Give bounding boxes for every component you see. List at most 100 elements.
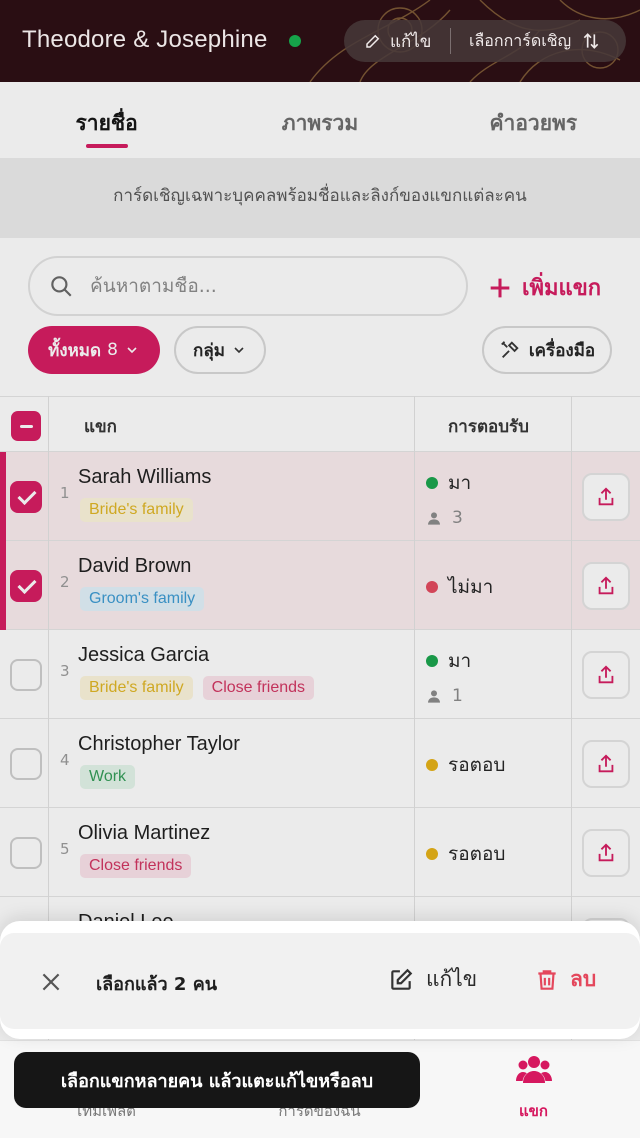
row-checkbox[interactable] bbox=[10, 481, 42, 513]
share-icon bbox=[598, 487, 614, 506]
search-input[interactable] bbox=[90, 275, 430, 297]
share-button[interactable] bbox=[582, 740, 630, 788]
event-title: Theodore & Josephine bbox=[22, 26, 268, 53]
rsvp-status-label: มา bbox=[448, 650, 472, 672]
share-icon bbox=[598, 576, 614, 595]
filter-all-chip[interactable]: ทั้งหมด 8 bbox=[28, 326, 160, 374]
share-button[interactable] bbox=[582, 651, 630, 699]
status-dot bbox=[426, 655, 438, 667]
edit-icon bbox=[391, 968, 413, 990]
guest-name: Sarah Williams bbox=[78, 466, 212, 488]
online-status-dot bbox=[289, 35, 301, 47]
select-card-label: เลือกการ์ดเชิญ bbox=[469, 30, 572, 50]
share-button[interactable] bbox=[582, 562, 630, 610]
table-row[interactable]: 2 David Brown Groom's family ไม่มา bbox=[0, 541, 640, 630]
tools-button[interactable]: เครื่องมือ bbox=[482, 326, 612, 374]
party-size: 3 bbox=[426, 508, 463, 528]
header-edit-button[interactable]: แก้ไข bbox=[344, 28, 450, 55]
table-row[interactable]: 4 Christopher Taylor Work รอตอบ bbox=[0, 719, 640, 808]
person-icon bbox=[428, 512, 440, 525]
tab-guest-list[interactable]: รายชื่อ bbox=[0, 82, 213, 158]
tab-bar: รายชื่อ ภาพรวม คำอวยพร bbox=[0, 82, 640, 158]
guest-tags: Work bbox=[80, 765, 136, 789]
search-icon bbox=[51, 276, 72, 297]
row-number: 2 bbox=[60, 573, 70, 591]
app-header: Theodore & Josephine แก้ไข เลือกการ์ดเชิ… bbox=[0, 0, 640, 82]
rsvp-status: รอตอบ bbox=[426, 750, 505, 780]
guest-name: Olivia Martinez bbox=[78, 822, 211, 844]
filter-group-label: กลุ่ม bbox=[193, 340, 225, 361]
rsvp-status-label: รอตอบ bbox=[448, 843, 506, 865]
row-checkbox[interactable] bbox=[10, 837, 42, 869]
share-button[interactable] bbox=[582, 473, 630, 521]
select-card-button[interactable]: เลือกการ์ดเชิญ bbox=[451, 29, 601, 54]
trash-icon bbox=[538, 969, 556, 990]
share-icon bbox=[598, 665, 614, 684]
guest-tags: Groom's family bbox=[80, 587, 205, 611]
tools-icon bbox=[500, 341, 519, 358]
person-icon bbox=[428, 690, 440, 703]
chevron-down-icon bbox=[234, 347, 244, 354]
status-dot bbox=[426, 477, 438, 489]
close-icon[interactable] bbox=[38, 969, 64, 995]
hint-toast: เลือกแขกหลายคน แล้วแตะแก้ไขหรือลบ bbox=[14, 1052, 420, 1108]
selection-action-bar: เลือกแล้ว 2 คน แก้ไข ลบ bbox=[0, 921, 640, 1039]
users-icon bbox=[515, 1056, 552, 1083]
chevron-down-icon bbox=[127, 347, 137, 354]
row-number: 3 bbox=[60, 662, 70, 680]
rsvp-status: มา bbox=[426, 468, 471, 498]
group-tag: Bride's family bbox=[80, 676, 193, 700]
guest-toolbar: เพิ่มแขก ทั้งหมด 8 กลุ่ม เครื่องมือ bbox=[0, 238, 640, 396]
bulk-edit-button[interactable]: แก้ไข bbox=[388, 963, 477, 996]
filter-all-label: ทั้งหมด bbox=[48, 340, 102, 361]
share-button[interactable] bbox=[582, 829, 630, 877]
info-notice: การ์ดเชิญเฉพาะบุคคลพร้อมชื่อและลิงก์ของแ… bbox=[0, 158, 640, 238]
bulk-delete-button[interactable]: ลบ bbox=[534, 963, 596, 996]
guest-tags: Close friends bbox=[80, 854, 192, 878]
party-size: 1 bbox=[426, 686, 463, 706]
swap-vertical-icon bbox=[583, 33, 599, 49]
nav-guests-label: แขก bbox=[518, 1102, 548, 1120]
share-icon bbox=[598, 754, 614, 773]
selected-indicator bbox=[0, 452, 6, 541]
table-row[interactable]: 3 Jessica Garcia Bride's family Close frien… bbox=[0, 630, 640, 719]
column-rsvp: การตอบรับ bbox=[448, 417, 529, 437]
row-number: 5 bbox=[60, 840, 70, 858]
select-all-checkbox[interactable] bbox=[11, 411, 41, 441]
guest-tags: Bride's family Close friends bbox=[80, 676, 315, 700]
group-tag: Close friends bbox=[80, 854, 192, 878]
rsvp-status-label: รอตอบ bbox=[448, 754, 506, 776]
party-count: 1 bbox=[452, 686, 463, 706]
bulk-edit-label: แก้ไข bbox=[426, 967, 478, 991]
status-dot bbox=[426, 581, 438, 593]
group-tag: Work bbox=[80, 765, 136, 789]
table-row[interactable]: 5 Olivia Martinez Close friends รอตอบ bbox=[0, 808, 640, 897]
column-guest: แขก bbox=[84, 417, 117, 437]
guest-name: Jessica Garcia bbox=[78, 644, 210, 666]
row-checkbox[interactable] bbox=[10, 659, 42, 691]
add-guest-label: เพิ่มแขก bbox=[522, 276, 602, 301]
row-checkbox[interactable] bbox=[10, 748, 42, 780]
rsvp-status: รอตอบ bbox=[426, 839, 505, 869]
selection-action-panel: เลือกแล้ว 2 คน แก้ไข ลบ bbox=[0, 933, 640, 1029]
rsvp-status-label: มา bbox=[448, 472, 472, 494]
group-tag: Groom's family bbox=[80, 587, 205, 611]
selected-indicator bbox=[0, 541, 6, 630]
nav-guests[interactable]: แขก bbox=[427, 1041, 640, 1138]
row-number: 1 bbox=[60, 484, 70, 502]
rsvp-status: ไม่มา bbox=[426, 572, 493, 602]
selected-count: เลือกแล้ว 2 คน bbox=[96, 974, 218, 995]
tab-wishes[interactable]: คำอวยพร bbox=[427, 82, 640, 158]
row-number: 4 bbox=[60, 751, 70, 769]
tab-overview[interactable]: ภาพรวม bbox=[213, 82, 426, 158]
table-row[interactable]: 1 Sarah Williams Bride's family มา 3 bbox=[0, 452, 640, 541]
group-tag: Close friends bbox=[202, 676, 315, 700]
rsvp-status-label: ไม่มา bbox=[448, 576, 494, 598]
add-guest-button[interactable]: เพิ่มแขก bbox=[486, 270, 601, 305]
row-checkbox[interactable] bbox=[10, 570, 42, 602]
rsvp-status: มา bbox=[426, 646, 471, 676]
search-box bbox=[28, 256, 468, 316]
header-actions: แก้ไข เลือกการ์ดเชิญ bbox=[344, 20, 626, 62]
filter-all-count: 8 bbox=[107, 340, 118, 360]
filter-group-chip[interactable]: กลุ่ม bbox=[174, 326, 266, 374]
